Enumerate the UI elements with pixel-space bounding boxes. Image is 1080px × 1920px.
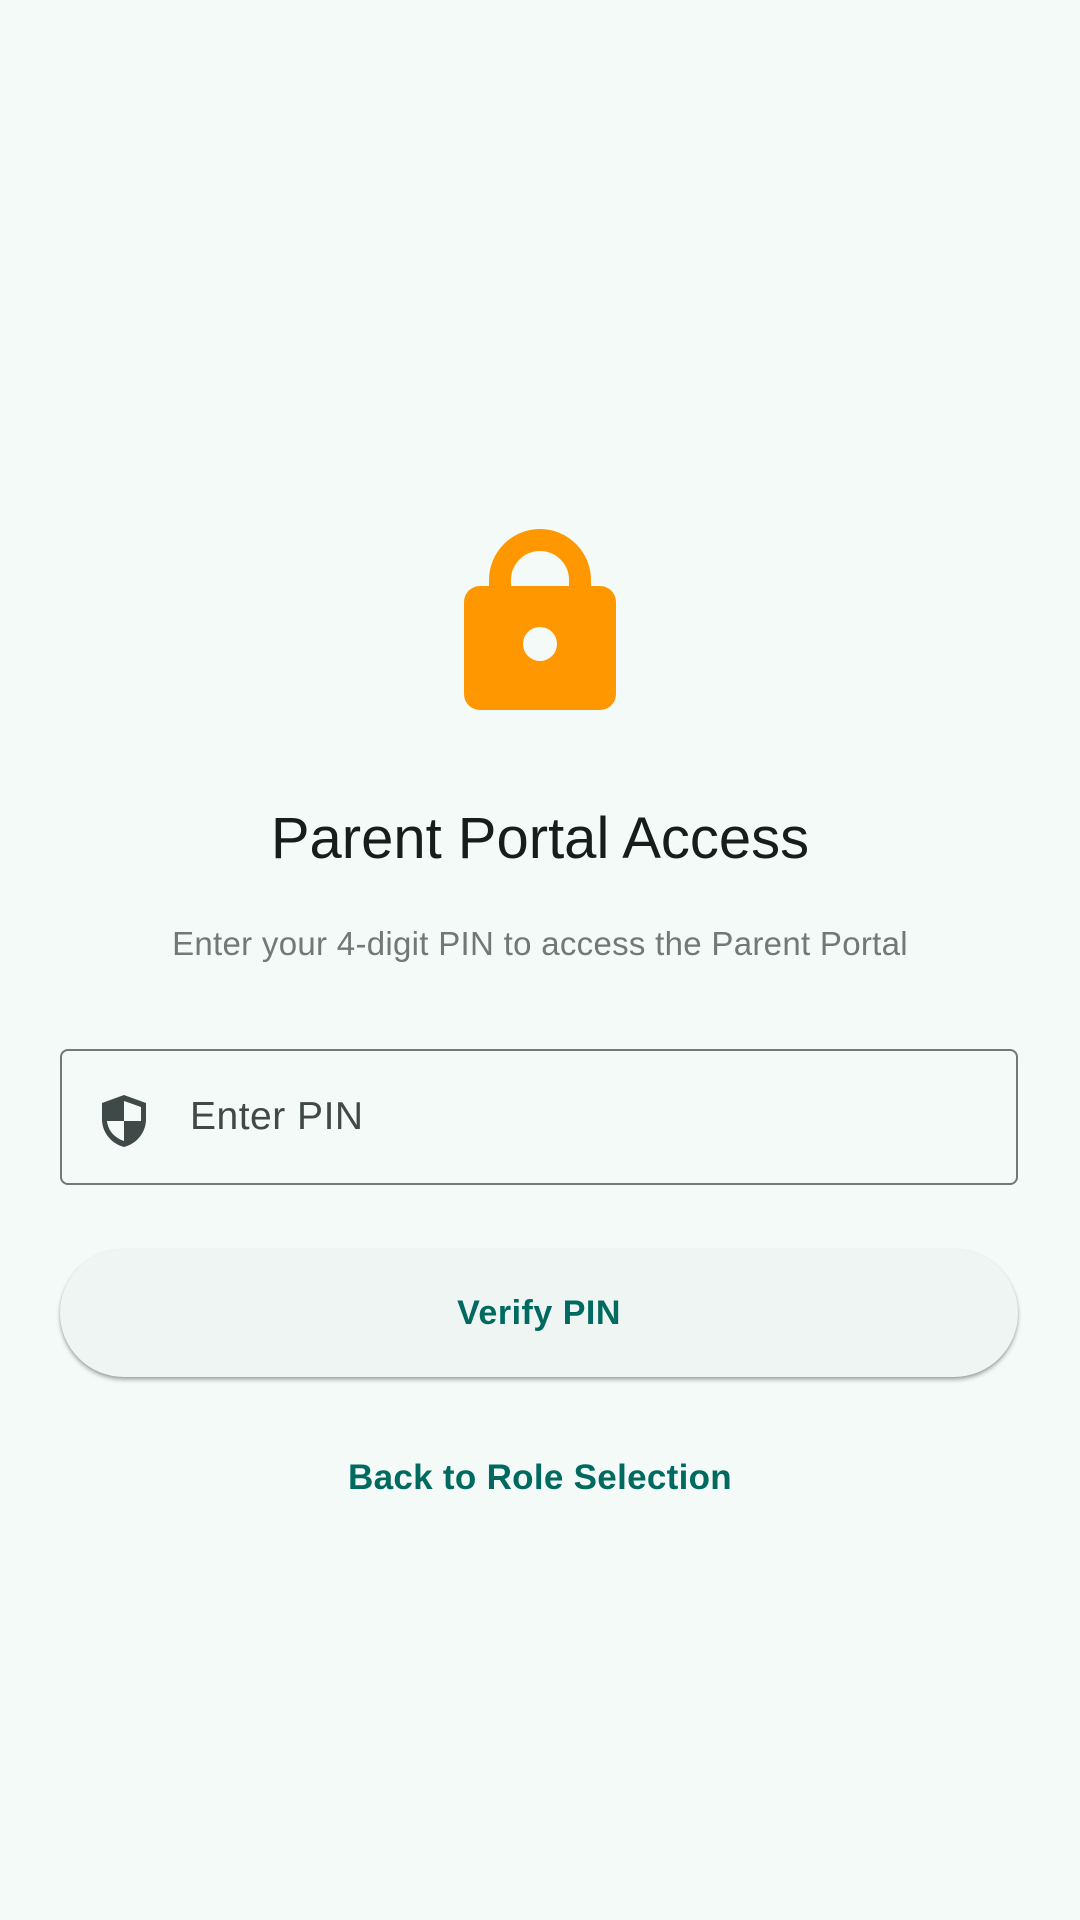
pin-screen: Parent Portal Access Enter your 4-digit … <box>0 0 1080 1920</box>
page-subtitle: Enter your 4-digit PIN to access the Par… <box>172 925 908 962</box>
pin-field[interactable] <box>60 1049 1018 1185</box>
verify-pin-button[interactable]: Verify PIN <box>60 1249 1018 1377</box>
back-link-label[interactable]: Back to Role Selection <box>324 1448 756 1507</box>
pin-input[interactable] <box>190 1051 990 1183</box>
back-to-role-selection-link[interactable]: Back to Role Selection <box>0 1456 1080 1500</box>
lock-icon <box>464 529 616 710</box>
page-title: Parent Portal Access <box>270 806 810 871</box>
shield-icon <box>102 1095 146 1147</box>
